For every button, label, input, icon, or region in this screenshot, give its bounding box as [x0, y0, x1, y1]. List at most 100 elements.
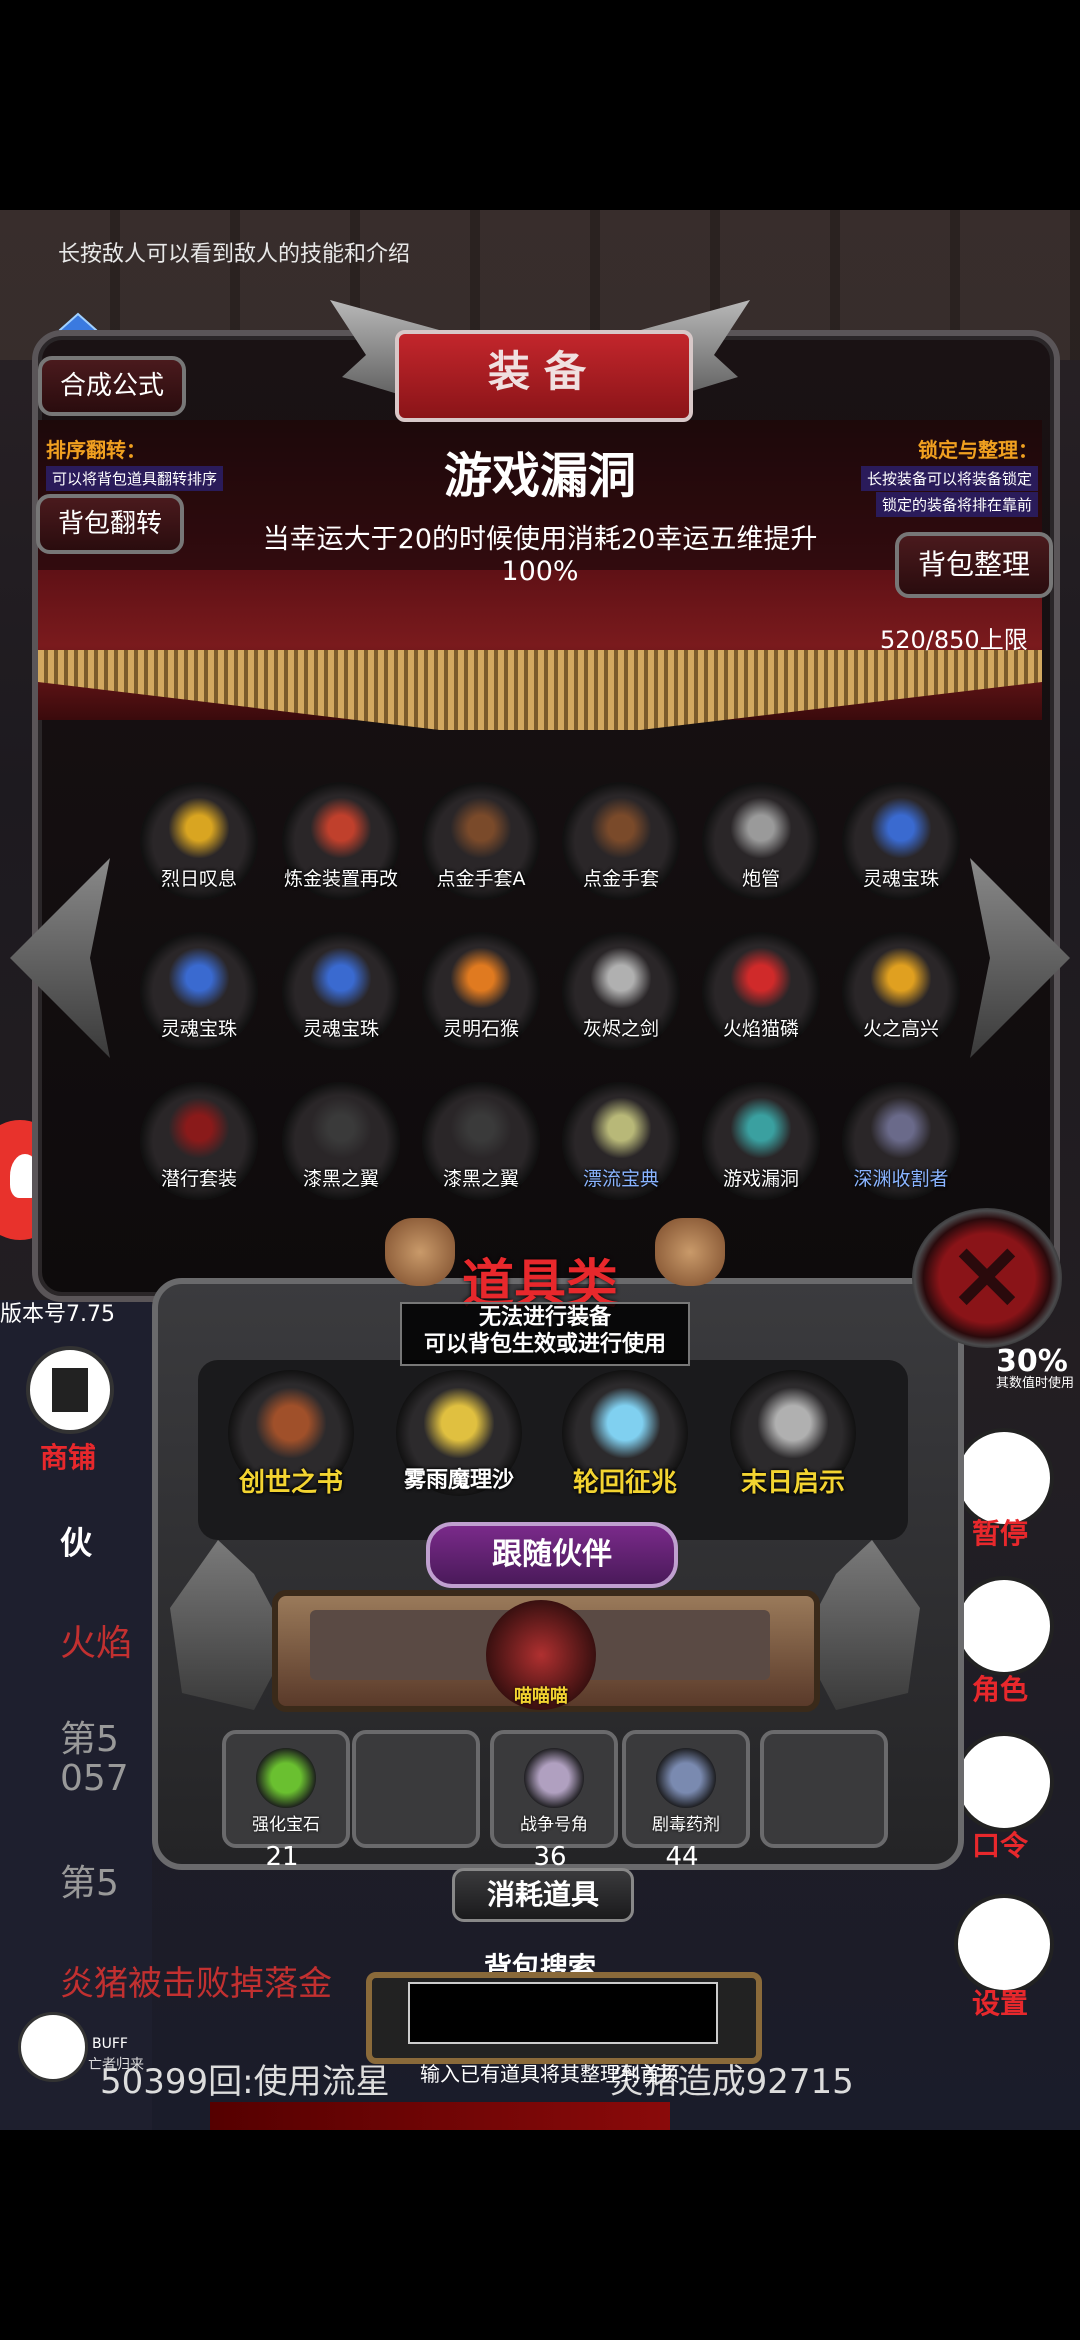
- tidy-bag-button[interactable]: 背包整理: [895, 532, 1053, 598]
- stone-monkey-icon: [451, 948, 511, 1008]
- equipment-slot[interactable]: 火焰猫磷: [702, 932, 820, 1050]
- sort-label: 排序翻转：: [46, 438, 146, 462]
- search-hint: 输入已有道具将其整理到首页: [420, 2062, 680, 2086]
- equipment-slot[interactable]: 火之高兴: [842, 932, 960, 1050]
- lock-description-2: 锁定的装备将排在靠前: [875, 492, 1038, 517]
- alchemy-flask-icon: [311, 798, 371, 858]
- black-wing-icon: [311, 1098, 371, 1158]
- soul-orb-icon: [871, 798, 931, 858]
- health-bar: [210, 2102, 670, 2130]
- gear-icon[interactable]: [954, 1894, 1054, 1994]
- items-header: 道具类: [461, 1255, 618, 1315]
- equipment-slot[interactable]: 灵魂宝珠: [140, 932, 258, 1050]
- equipment-slot[interactable]: 潜行套装: [140, 1082, 258, 1200]
- bag-search-input[interactable]: [408, 1982, 718, 2044]
- item-slot[interactable]: 雾雨魔理沙: [396, 1370, 522, 1496]
- code-icon[interactable]: [954, 1732, 1054, 1832]
- cannon-barrel-icon: [731, 798, 791, 858]
- equipment-label: 漂流宝典: [582, 1168, 659, 1190]
- equipment-label: 烈日叹息: [160, 868, 237, 890]
- equipment-label: 灵明石猴: [442, 1018, 519, 1040]
- close-button[interactable]: [912, 1208, 1062, 1348]
- bag-capacity: 520/850上限: [880, 626, 1028, 654]
- consumable-slot[interactable]: [760, 1730, 888, 1848]
- green-gem-icon: [256, 1748, 316, 1808]
- percent-note: 其数值时使用: [996, 1376, 1075, 1391]
- background-log-text: 火焰: [60, 1623, 133, 1664]
- item-label: 轮回征兆: [572, 1468, 677, 1498]
- pause-label[interactable]: 暂停: [960, 1512, 1040, 1552]
- equipment-slot[interactable]: 点金手套: [562, 782, 680, 900]
- sort-description: 可以将背包道具翻转排序: [46, 466, 224, 491]
- equipment-slot[interactable]: 烈日叹息: [140, 782, 258, 900]
- lock-description-1: 长按装备可以将装备锁定: [860, 466, 1038, 491]
- selected-item-description: 当幸运大于20的时候使用消耗20幸运五维提升100%: [262, 524, 818, 587]
- code-label[interactable]: 口令: [960, 1824, 1040, 1864]
- buff-label: BUFF: [92, 2036, 128, 2052]
- consumable-label: 战争号角: [520, 1815, 588, 1835]
- hint-text: 长按敌人可以看到敌人的技能和介绍: [58, 242, 411, 267]
- item-slot[interactable]: 轮回征兆: [562, 1370, 688, 1498]
- formula-button[interactable]: 合成公式: [38, 356, 186, 416]
- equipment-slot[interactable]: 游戏漏洞: [702, 1082, 820, 1200]
- genesis-book-icon: [256, 1388, 326, 1458]
- item-slot[interactable]: 创世之书: [228, 1370, 354, 1498]
- equipment-label: 漆黑之翼: [302, 1168, 379, 1190]
- consumables-label: 消耗道具: [452, 1868, 634, 1922]
- items-subtitle: 无法进行装备 可以背包生效或进行使用: [400, 1302, 690, 1366]
- empty-slot-icon: [794, 1748, 854, 1808]
- equipment-label: 深渊收割者: [853, 1168, 949, 1190]
- witch-icon: [424, 1388, 494, 1458]
- background-log-text: 057: [60, 1758, 129, 1799]
- role-label[interactable]: 角色: [960, 1668, 1040, 1708]
- settings-label[interactable]: 设置: [960, 1982, 1040, 2022]
- brown-glove-icon: [591, 798, 651, 858]
- consumable-slot[interactable]: 战争号角: [490, 1730, 618, 1848]
- crossed-axes-icon: [758, 1388, 828, 1458]
- lock-label: 锁定与整理：: [918, 438, 1038, 462]
- equipment-label: 游戏漏洞: [722, 1168, 799, 1190]
- shop-icon[interactable]: [26, 1346, 114, 1434]
- consumable-slot[interactable]: [352, 1730, 480, 1848]
- poison-potion-icon: [656, 1748, 716, 1808]
- skull-icon[interactable]: [18, 2012, 88, 2082]
- equipment-slot[interactable]: 灵魂宝珠: [842, 782, 960, 900]
- fire-sword-icon: [871, 948, 931, 1008]
- equipment-slot[interactable]: 漆黑之翼: [422, 1082, 540, 1200]
- war-horn-icon: [524, 1748, 584, 1808]
- equipment-slot[interactable]: 灵魂宝珠: [282, 932, 400, 1050]
- consumable-count: 44: [665, 1842, 699, 1872]
- follow-companion-button[interactable]: 跟随伙伴: [426, 1522, 678, 1588]
- role-icon[interactable]: [954, 1576, 1054, 1676]
- equipment-slot[interactable]: 点金手套A: [422, 782, 540, 900]
- black-wing-icon: [451, 1098, 511, 1158]
- consumable-slot[interactable]: 剧毒药剂: [622, 1730, 750, 1848]
- consumable-count: 21: [265, 1842, 299, 1872]
- empty-slot-icon: [386, 1748, 446, 1808]
- equipment-slot[interactable]: 炼金装置再改: [282, 782, 400, 900]
- game-bug-icon: [731, 1098, 791, 1158]
- equipment-slot[interactable]: 漆黑之翼: [282, 1082, 400, 1200]
- stealth-suit-icon: [169, 1098, 229, 1158]
- background-log-text: 炎猪被击败掉落金: [60, 1964, 332, 2004]
- buff-name: 亡者归来: [88, 2057, 144, 2073]
- drift-book-icon: [591, 1098, 651, 1158]
- equipment-slot[interactable]: 灵明石猴: [422, 932, 540, 1050]
- flame-cat-icon: [731, 948, 791, 1008]
- equipment-label: 灰烬之剑: [582, 1018, 659, 1040]
- consumable-slot[interactable]: 强化宝石: [222, 1730, 350, 1848]
- soul-orb-icon: [169, 948, 229, 1008]
- item-label: 末日启示: [740, 1468, 845, 1498]
- equipment-label: 灵魂宝珠: [160, 1018, 237, 1040]
- equipment-slot[interactable]: 漂流宝典: [562, 1082, 680, 1200]
- soul-orb-icon: [311, 948, 371, 1008]
- shop-label[interactable]: 商铺: [40, 1436, 96, 1476]
- background-log-text: 伙: [60, 1524, 93, 1562]
- flip-bag-button[interactable]: 背包翻转: [36, 494, 184, 554]
- equipment-slot[interactable]: 深渊收割者: [842, 1082, 960, 1200]
- equipment-label: 灵魂宝珠: [862, 868, 939, 890]
- item-slot[interactable]: 末日启示: [730, 1370, 856, 1498]
- equipment-slot[interactable]: 灰烬之剑: [562, 932, 680, 1050]
- equipment-slot[interactable]: 炮管: [702, 782, 820, 900]
- companion-pet-label: 喵喵喵: [514, 1686, 568, 1707]
